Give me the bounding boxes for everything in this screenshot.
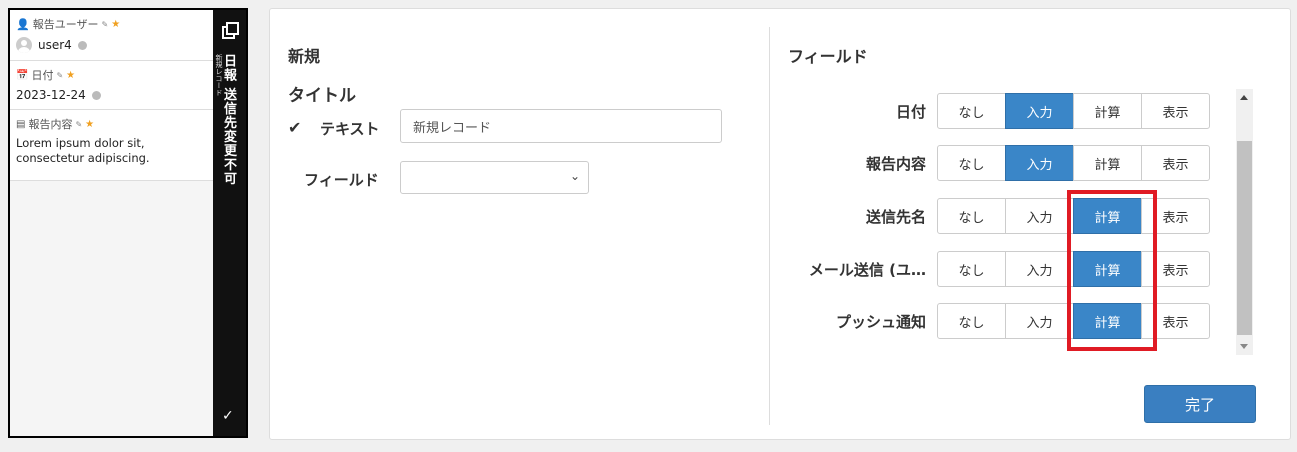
mode-button-group: なし 入力 計算 表示 bbox=[937, 145, 1210, 181]
status-dot-icon bbox=[77, 40, 87, 50]
mode-display-button[interactable]: 表示 bbox=[1141, 145, 1210, 181]
title-text-input[interactable]: 新規レコード bbox=[400, 109, 722, 143]
mode-input-button[interactable]: 入力 bbox=[1005, 251, 1074, 287]
mode-input-button[interactable]: 入力 bbox=[1005, 303, 1074, 339]
field-row-label: メール送信 (ユ… bbox=[808, 261, 926, 279]
scrollbar-thumb[interactable] bbox=[1237, 141, 1252, 335]
mode-calc-button[interactable]: 計算 bbox=[1073, 145, 1142, 181]
scrollbar[interactable] bbox=[1236, 89, 1253, 355]
checkmark-icon: ✔ bbox=[288, 118, 302, 137]
scroll-up-icon[interactable] bbox=[1240, 95, 1248, 100]
calendar-icon: 📅 bbox=[16, 69, 29, 81]
preview-field-report[interactable]: ▤ 報告内容 ✎ ★ Lorem ipsum dolor sit, consec… bbox=[10, 110, 213, 181]
mode-none-button[interactable]: なし bbox=[937, 93, 1006, 129]
check-icon[interactable]: ✓ bbox=[222, 408, 234, 424]
required-star-icon: ★ bbox=[85, 118, 95, 130]
scroll-down-icon[interactable] bbox=[1240, 344, 1248, 349]
mode-button-group: なし 入力 計算 表示 bbox=[937, 93, 1210, 129]
mode-none-button[interactable]: なし bbox=[937, 198, 1006, 234]
divider bbox=[769, 27, 770, 425]
chevron-down-icon: ⌄ bbox=[569, 169, 580, 183]
section-title-new: 新規 bbox=[288, 47, 321, 66]
section-title-title: タイトル bbox=[288, 86, 356, 106]
preview-field-reporter[interactable]: 👤 報告ユーザー ✎ ★ user4 bbox=[10, 10, 213, 61]
preview-field-label: 日付 bbox=[31, 69, 54, 82]
mode-none-button[interactable]: なし bbox=[937, 303, 1006, 339]
mode-none-button[interactable]: なし bbox=[937, 251, 1006, 287]
field-row-label: 日付 bbox=[895, 103, 926, 121]
preview-field-label: 報告ユーザー bbox=[32, 18, 99, 31]
field-select[interactable]: ⌄ bbox=[400, 161, 589, 194]
edit-icon: ✎ bbox=[101, 19, 109, 29]
mode-input-button[interactable]: 入力 bbox=[1005, 93, 1074, 129]
preview-field-value: Lorem ipsum dolor sit, consectetur adipi… bbox=[16, 136, 150, 165]
strip-title: 日報 送信先変更不可 bbox=[221, 54, 236, 186]
mode-input-button[interactable]: 入力 bbox=[1005, 198, 1074, 234]
record-preview: 👤 報告ユーザー ✎ ★ user4 📅 日付 ✎ ★ 2023-12-24 ▤… bbox=[8, 8, 248, 438]
status-dot-icon bbox=[91, 90, 101, 100]
section-title-fields: フィールド bbox=[788, 47, 868, 66]
preview-field-value: 2023-12-24 bbox=[16, 88, 86, 102]
copy-icon[interactable] bbox=[222, 22, 239, 39]
field-row-report: 報告内容 なし 入力 計算 表示 bbox=[780, 145, 1216, 181]
preview-field-label: 報告内容 bbox=[28, 118, 73, 131]
mode-input-button[interactable]: 入力 bbox=[1005, 145, 1074, 181]
mode-none-button[interactable]: なし bbox=[937, 145, 1006, 181]
user-icon: 👤 bbox=[16, 17, 30, 31]
edit-icon: ✎ bbox=[56, 70, 64, 80]
settings-panel: 新規 タイトル ✔ テキスト 新規レコード フィールド ⌄ フィールド 日付 な… bbox=[269, 8, 1291, 440]
mode-display-button[interactable]: 表示 bbox=[1141, 93, 1210, 129]
field-row-label: 報告内容 bbox=[865, 155, 926, 173]
preview-field-value: user4 bbox=[38, 38, 72, 52]
done-button[interactable]: 完了 bbox=[1144, 385, 1256, 423]
field-row-label: 送信先名 bbox=[865, 208, 926, 226]
field-label: フィールド bbox=[304, 171, 379, 189]
preview-side-strip: 新規レコード 日報 送信先変更不可 ✓ bbox=[213, 10, 246, 436]
avatar bbox=[16, 37, 32, 53]
document-icon: ▤ bbox=[16, 118, 26, 130]
mode-calc-button[interactable]: 計算 bbox=[1073, 93, 1142, 129]
field-row-date: 日付 なし 入力 計算 表示 bbox=[780, 93, 1216, 129]
preview-field-date[interactable]: 📅 日付 ✎ ★ 2023-12-24 bbox=[10, 61, 213, 110]
highlight-box bbox=[1067, 190, 1157, 351]
required-star-icon: ★ bbox=[111, 18, 121, 30]
preview-card: 👤 報告ユーザー ✎ ★ user4 📅 日付 ✎ ★ 2023-12-24 ▤… bbox=[10, 10, 213, 436]
required-star-icon: ★ bbox=[66, 69, 76, 81]
field-row-label: プッシュ通知 bbox=[835, 313, 926, 331]
edit-icon: ✎ bbox=[75, 119, 83, 129]
text-label: テキスト bbox=[320, 120, 380, 138]
